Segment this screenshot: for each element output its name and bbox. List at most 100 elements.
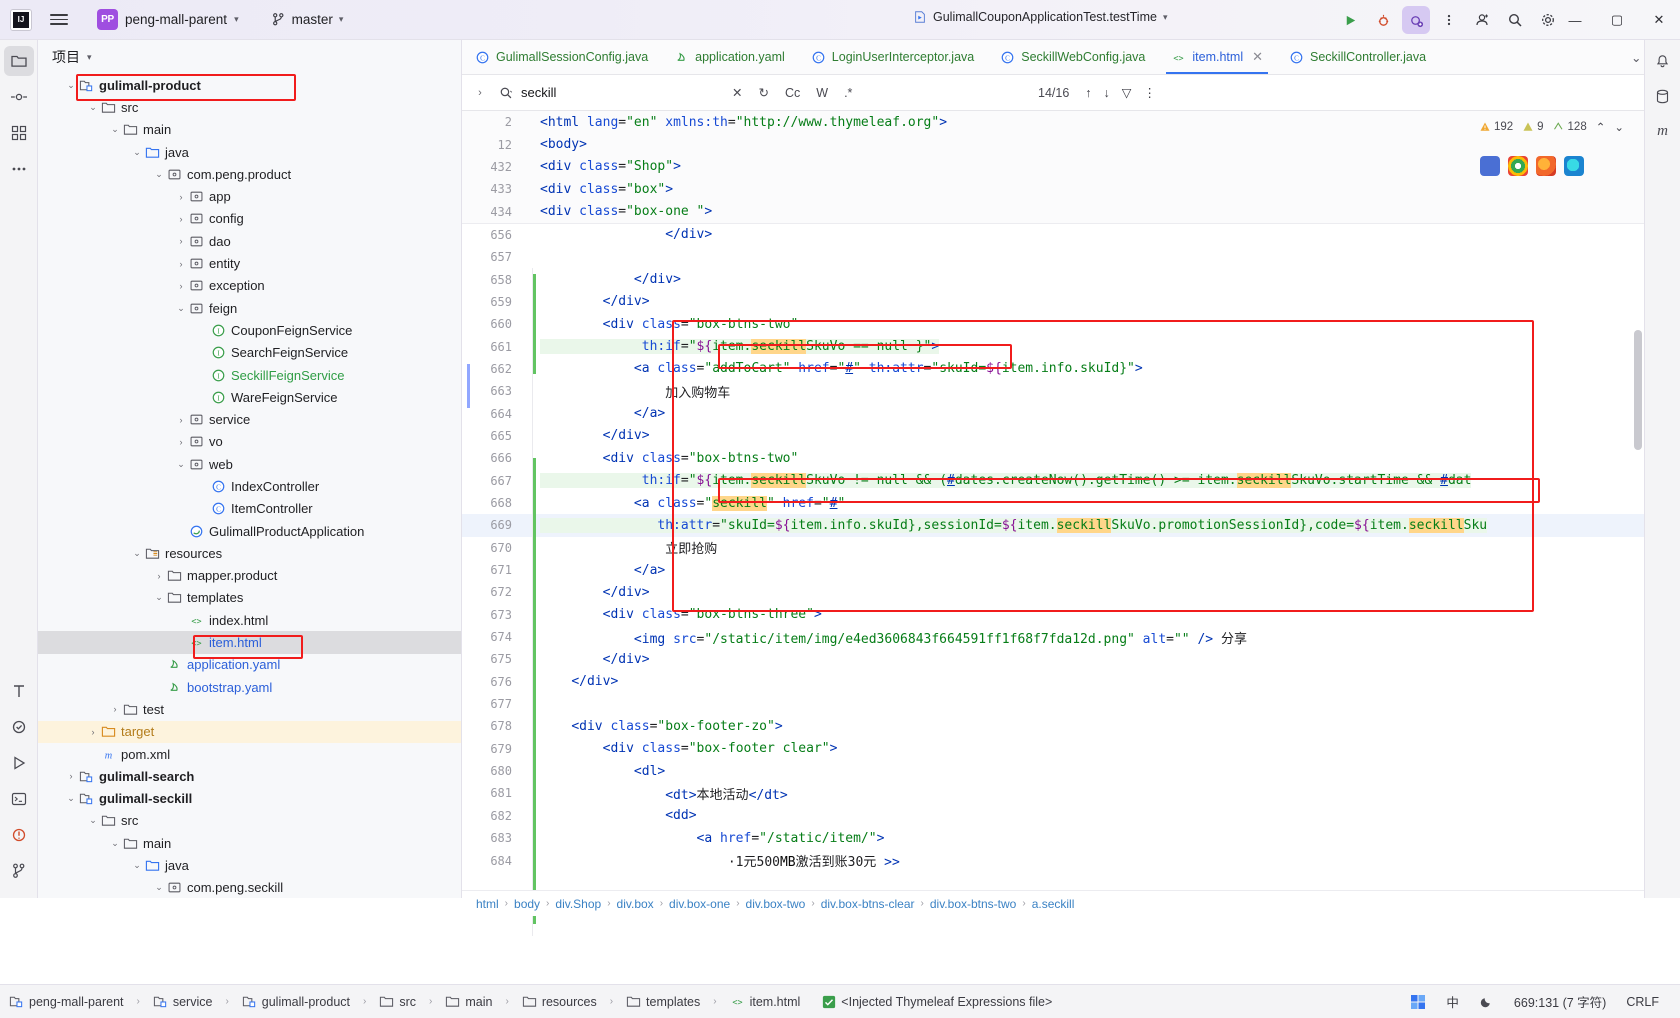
code-line[interactable]: 671 </a> bbox=[462, 559, 1680, 581]
tree-node-vo[interactable]: › vo bbox=[38, 431, 461, 453]
code-line[interactable]: 679 <div class="box-footer clear"> bbox=[462, 738, 1680, 760]
tree-node-indexcontroller[interactable]: C IndexController bbox=[38, 475, 461, 497]
chevron-right-icon[interactable]: › bbox=[174, 259, 188, 269]
search-input[interactable] bbox=[519, 84, 729, 101]
chevron-down-icon[interactable]: ⌄ bbox=[130, 147, 144, 158]
chevron-right-icon[interactable]: › bbox=[152, 571, 166, 581]
code-line[interactable]: 677 bbox=[462, 693, 1680, 715]
run-configuration-selector[interactable]: GulimallCouponApplicationTest.testTime ▾ bbox=[905, 7, 1175, 27]
code-line[interactable]: 661 th:if="${item.seckillSkuVo == null }… bbox=[462, 335, 1680, 357]
tree-node-application-yaml[interactable]: application.yaml bbox=[38, 654, 461, 676]
ime-layout-icon[interactable] bbox=[1401, 990, 1435, 1014]
breadcrumb-item[interactable]: div.box-btns-two bbox=[930, 897, 1016, 911]
status-path-item[interactable]: <> item.html bbox=[721, 990, 810, 1014]
intellij-browser-icon[interactable] bbox=[1480, 156, 1500, 176]
chevron-down-icon[interactable]: ⌄ bbox=[86, 102, 100, 113]
tree-node-itemcontroller[interactable]: C ItemController bbox=[38, 498, 461, 520]
code-line[interactable]: 667 th:if="${item.seckillSkuVo != null &… bbox=[462, 470, 1680, 492]
breadcrumb-item[interactable]: div.box-btns-clear bbox=[821, 897, 915, 911]
editor-tab-gulimallsessionconfig-java[interactable]: C GulimallSessionConfig.java bbox=[462, 40, 661, 74]
tree-node-test[interactable]: › test bbox=[38, 698, 461, 720]
chevron-down-icon[interactable]: ⌄ bbox=[108, 838, 122, 849]
tree-node-main[interactable]: ⌄ main bbox=[38, 832, 461, 854]
git-branch-selector[interactable]: master ▾ bbox=[264, 9, 351, 30]
tree-node-com-peng-product[interactable]: ⌄ com.peng.product bbox=[38, 163, 461, 185]
debug-button[interactable] bbox=[1369, 6, 1397, 34]
tree-node-java[interactable]: ⌄ java bbox=[38, 854, 461, 876]
code-line[interactable]: 670 立即抢购 bbox=[462, 537, 1680, 559]
code-line[interactable]: 658 </div> bbox=[462, 268, 1680, 290]
status-path-item[interactable]: peng-mall-parent bbox=[0, 990, 133, 1014]
code-line[interactable]: 676 </div> bbox=[462, 671, 1680, 693]
more-tool-windows-icon[interactable] bbox=[4, 154, 34, 184]
editor-tab-item-html[interactable]: <> item.html ✕ bbox=[1158, 40, 1276, 74]
code-line[interactable]: 668 <a class="seckill" href="#" bbox=[462, 492, 1680, 514]
code-line[interactable]: 681 <dt>本地活动</dt> bbox=[462, 782, 1680, 804]
tree-node-main[interactable]: ⌄ main bbox=[38, 119, 461, 141]
chevron-right-icon[interactable]: › bbox=[64, 771, 78, 781]
tree-node-gulimall-search[interactable]: › gulimall-search bbox=[38, 765, 461, 787]
structure-tool-window-icon[interactable] bbox=[4, 118, 34, 148]
injection-note[interactable]: <Injected Thymeleaf Expressions file> bbox=[813, 990, 1061, 1014]
chevron-down-icon[interactable]: ⌄ bbox=[130, 860, 144, 871]
code-with-me-button[interactable] bbox=[1468, 6, 1496, 34]
project-tool-window-icon[interactable] bbox=[3, 46, 34, 76]
code-line[interactable]: 669 th:attr="skuId=${item.info.skuId},se… bbox=[462, 514, 1680, 537]
tree-node-dao[interactable]: › dao bbox=[38, 230, 461, 252]
filter-icon[interactable]: ▽ bbox=[1122, 85, 1132, 100]
vertical-scrollbar[interactable] bbox=[1634, 330, 1642, 450]
code-line[interactable]: 684 ·1元500MB激活到账30元 >> bbox=[462, 849, 1680, 871]
code-line[interactable]: 664 </a> bbox=[462, 402, 1680, 424]
code-line[interactable]: 682 <dd> bbox=[462, 805, 1680, 827]
chevron-right-icon[interactable]: › bbox=[174, 214, 188, 224]
find-next-icon[interactable]: ↓ bbox=[1104, 86, 1110, 100]
regex-toggle[interactable]: .* bbox=[841, 84, 855, 102]
tree-node-src[interactable]: ⌄ src bbox=[38, 96, 461, 118]
chevron-down-icon[interactable]: ▾ bbox=[87, 52, 92, 63]
tree-node-templates[interactable]: ⌄ templates bbox=[38, 587, 461, 609]
close-button[interactable]: ✕ bbox=[1638, 0, 1680, 40]
chevron-down-icon[interactable]: ⌄ bbox=[64, 793, 78, 804]
hamburger-menu-icon[interactable] bbox=[50, 10, 70, 30]
code-line[interactable]: 659 </div> bbox=[462, 291, 1680, 313]
inspection-widget[interactable]: 192 9 128 ⌃ ⌄ bbox=[1479, 120, 1624, 134]
chevron-right-icon[interactable]: › bbox=[108, 704, 122, 714]
debug-attach-button[interactable] bbox=[1402, 6, 1430, 34]
warning-count[interactable]: 192 bbox=[1479, 121, 1513, 133]
status-path-item[interactable]: resources bbox=[513, 990, 606, 1014]
chevron-right-icon[interactable]: › bbox=[174, 192, 188, 202]
code-line[interactable]: 665 </div> bbox=[462, 425, 1680, 447]
tree-node-app[interactable]: › app bbox=[38, 185, 461, 207]
run-button[interactable] bbox=[1336, 6, 1364, 34]
maven-tool-window-icon[interactable]: m bbox=[1649, 117, 1677, 145]
version-control-icon[interactable] bbox=[4, 856, 34, 886]
weak-warning-count[interactable]: 9 bbox=[1522, 121, 1544, 133]
code-line[interactable]: 672 </div> bbox=[462, 581, 1680, 603]
editor-tab-application-yaml[interactable]: application.yaml bbox=[661, 40, 798, 74]
whole-words-toggle[interactable]: W bbox=[813, 84, 831, 102]
tree-node-warefeignservice[interactable]: I WareFeignService bbox=[38, 386, 461, 408]
tree-node-com-peng-seckill[interactable]: ⌄ com.peng.seckill bbox=[38, 877, 461, 898]
line-separator[interactable]: CRLF bbox=[1617, 990, 1668, 1014]
code-content[interactable]: 656 </div> 657 658 </div> 659 </div> 660 <di… bbox=[462, 224, 1680, 892]
ime-language-indicator[interactable]: 中 bbox=[1437, 990, 1468, 1014]
code-line[interactable]: 673 <div class="box-btns-three"> bbox=[462, 604, 1680, 626]
services-tool-window-icon[interactable] bbox=[4, 712, 34, 742]
run-tool-window-icon[interactable] bbox=[4, 748, 34, 778]
tree-node-resources[interactable]: ⌄ resources bbox=[38, 542, 461, 564]
tree-node-exception[interactable]: › exception bbox=[38, 275, 461, 297]
status-path-item[interactable]: main bbox=[436, 990, 501, 1014]
tree-node-web[interactable]: ⌄ web bbox=[38, 453, 461, 475]
chevron-right-icon[interactable]: › bbox=[174, 437, 188, 447]
chevron-down-icon[interactable]: ⌄ bbox=[152, 169, 166, 180]
tree-node-item-html[interactable]: <> item.html bbox=[38, 631, 461, 654]
terminal-tool-window-icon[interactable] bbox=[4, 784, 34, 814]
editor-tab-seckillwebconfig-java[interactable]: C SeckillWebConfig.java bbox=[987, 40, 1158, 74]
chevron-down-icon[interactable]: ⌄ bbox=[152, 592, 166, 603]
breadcrumb-item[interactable]: body bbox=[514, 897, 540, 911]
tree-node-gulimall-seckill[interactable]: ⌄ gulimall-seckill bbox=[38, 788, 461, 810]
caret-position[interactable]: 669:131 (7 字符) bbox=[1505, 990, 1615, 1014]
breadcrumb-item[interactable]: div.box-one bbox=[669, 897, 730, 911]
find-previous-icon[interactable]: ↑ bbox=[1085, 86, 1091, 100]
breadcrumb-item[interactable]: div.box bbox=[617, 897, 654, 911]
